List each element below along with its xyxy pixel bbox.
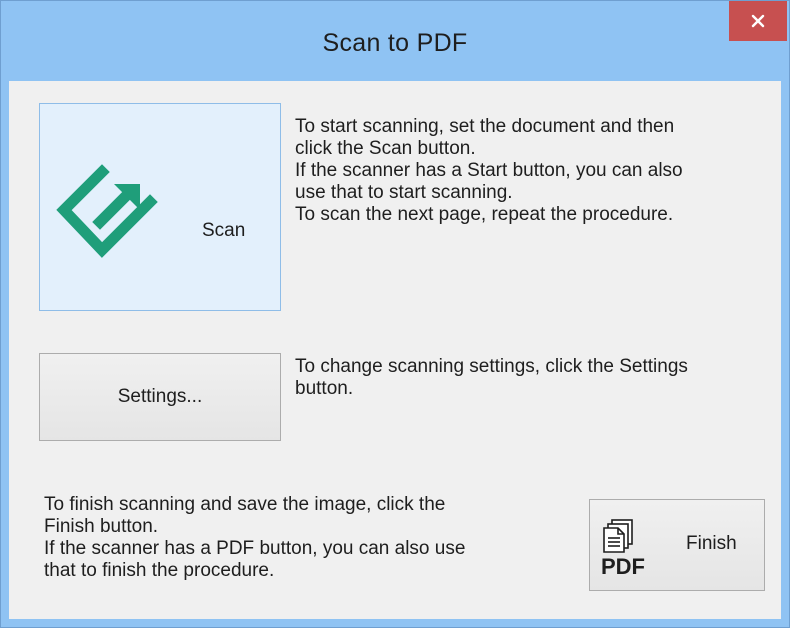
pdf-icon-text: PDF <box>601 554 645 578</box>
settings-description-line: To change scanning settings, click the S… <box>295 356 688 377</box>
close-icon <box>751 14 765 28</box>
close-button[interactable] <box>729 1 787 41</box>
finish-description-line: If the scanner has a PDF button, you can… <box>44 538 466 559</box>
scan-description-line: use that to start scanning. <box>295 182 513 203</box>
window-title: Scan to PDF <box>322 29 468 57</box>
scan-start-icon <box>56 164 158 258</box>
dialog-content: Scan To start scanning, set the document… <box>9 81 781 619</box>
scan-description-line: To scan the next page, repeat the proced… <box>295 204 674 225</box>
finish-button[interactable]: PDF Finish <box>589 499 765 591</box>
finish-description-line: Finish button. <box>44 516 159 537</box>
title-bar: Scan to PDF <box>1 1 789 81</box>
scan-description: To start scanning, set the document and … <box>295 116 683 226</box>
settings-button-label: Settings... <box>117 386 203 407</box>
scan-to-pdf-window: Scan to PDF Scan To start scanning, set … <box>0 0 790 628</box>
finish-button-label: Finish <box>686 533 737 554</box>
settings-button[interactable]: Settings... <box>39 353 281 441</box>
finish-description-line: that to finish the procedure. <box>44 560 275 581</box>
finish-description-line: To finish scanning and save the image, c… <box>44 494 446 515</box>
scan-description-line: To start scanning, set the document and … <box>295 116 675 137</box>
scan-description-line: If the scanner has a Start button, you c… <box>295 160 683 181</box>
scan-description-line: click the Scan button. <box>295 138 476 159</box>
scan-button-label: Scan <box>202 220 246 241</box>
scan-button[interactable]: Scan <box>39 103 281 311</box>
settings-description: To change scanning settings, click the S… <box>295 356 688 400</box>
settings-description-line: button. <box>295 378 354 399</box>
pdf-document-icon: PDF <box>601 519 645 578</box>
finish-description: To finish scanning and save the image, c… <box>44 494 465 582</box>
